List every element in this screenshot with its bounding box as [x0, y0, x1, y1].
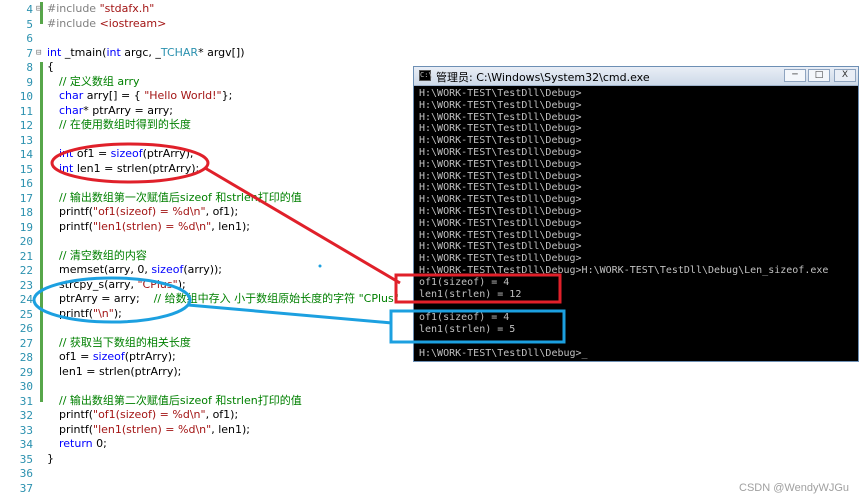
blue-arrow-line: [187, 303, 393, 325]
annotation-overlay: [32, 142, 566, 344]
blue-dot-mark: [318, 264, 322, 268]
red-arrow-line: [204, 166, 401, 285]
blue-box-annotation: [389, 309, 566, 344]
watermark: CSDN @WendyWJGu: [739, 482, 849, 494]
blue-ellipse-annotation: [32, 276, 192, 324]
red-ellipse-annotation: [50, 142, 210, 184]
red-box-annotation: [394, 273, 562, 304]
